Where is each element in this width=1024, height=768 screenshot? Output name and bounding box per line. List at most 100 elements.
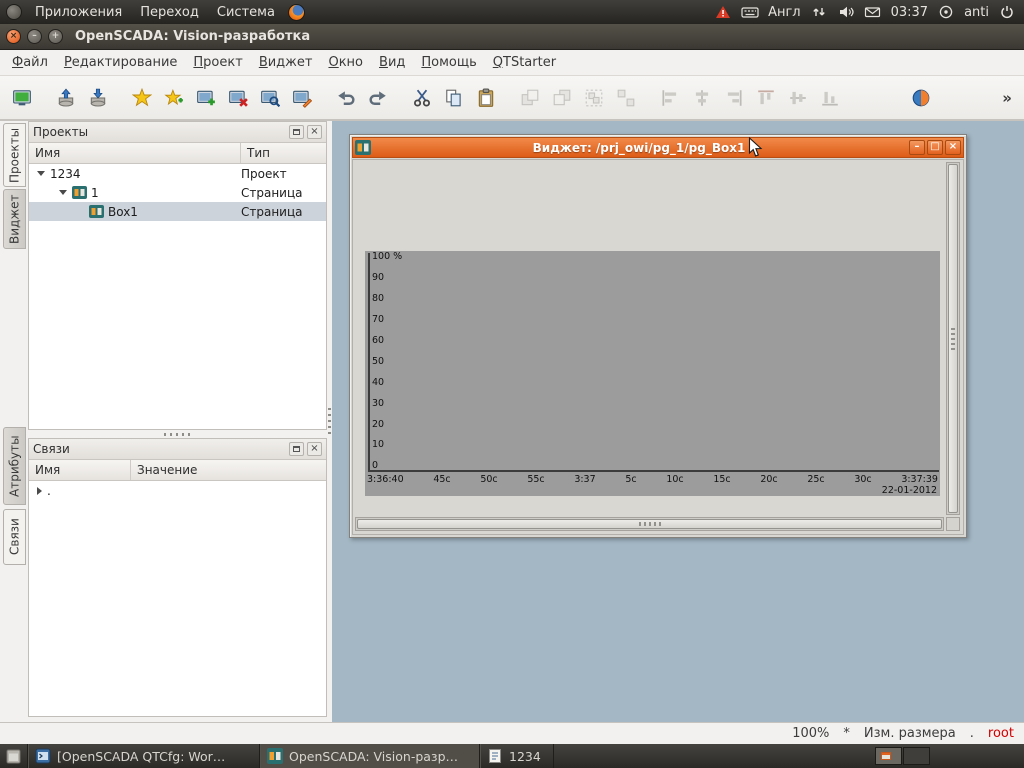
tree-row-page[interactable]: 1 Страница	[29, 183, 326, 202]
child-titlebar[interactable]: Виджет: /prj_owi/pg_1/pg_Box1 – □ ×	[352, 137, 964, 158]
dev-run-mode-button[interactable]	[905, 82, 937, 114]
horizontal-scrollbar[interactable]	[355, 517, 944, 531]
expander-down-icon[interactable]	[37, 171, 45, 176]
ungroup-widgets-button[interactable]	[610, 82, 642, 114]
column-header-type[interactable]: Тип	[241, 143, 326, 163]
updown-arrows-icon[interactable]	[810, 3, 828, 21]
delete-widget-button[interactable]	[222, 82, 254, 114]
edit-widget-button[interactable]	[286, 82, 318, 114]
taskbar: [OpenSCADA QTCfg: Wor… OpenSCADA: Vision…	[0, 744, 1024, 768]
align-right-button[interactable]	[718, 82, 750, 114]
links-dock-header[interactable]: Связи ×	[29, 439, 326, 460]
align-vcenter-button[interactable]	[782, 82, 814, 114]
links-table-header: Имя Значение	[29, 460, 326, 481]
align-top-button[interactable]	[750, 82, 782, 114]
projects-dock-header[interactable]: Проекты ×	[29, 122, 326, 143]
widget-icon	[355, 140, 371, 155]
dock-float-button[interactable]	[289, 442, 304, 456]
tab-attributes[interactable]: Атрибуты	[3, 427, 26, 505]
workspace-2[interactable]	[903, 747, 930, 765]
app-menubar: Файл Редактирование Проект Виджет Окно В…	[0, 50, 1024, 76]
tab-links[interactable]: Связи	[3, 509, 26, 565]
window-maximize-button[interactable]: +	[48, 29, 63, 44]
menu-qtstarter[interactable]: QTStarter	[485, 52, 564, 73]
show-desktop-button[interactable]	[0, 744, 28, 768]
column-header-value[interactable]: Значение	[131, 460, 326, 480]
clock-label[interactable]: 03:37	[891, 5, 928, 20]
mail-icon[interactable]	[864, 3, 882, 21]
group-widgets-button[interactable]	[578, 82, 610, 114]
widget-canvas[interactable]: 100 % 90 80 70 60 50 40 30 20 10 0	[352, 159, 964, 535]
dock-close-button[interactable]: ×	[307, 442, 322, 456]
keyboard-layout-label[interactable]: Англ	[768, 5, 801, 20]
new-project-button[interactable]	[126, 82, 158, 114]
window-minimize-button[interactable]: –	[27, 29, 42, 44]
new-library-button[interactable]	[158, 82, 190, 114]
toolbar-separator	[38, 82, 50, 114]
run-project-button[interactable]	[6, 82, 38, 114]
child-window-title: Виджет: /prj_owi/pg_1/pg_Box1	[371, 141, 907, 155]
expander-down-icon[interactable]	[59, 190, 67, 195]
workspace-1[interactable]	[875, 747, 902, 765]
power-icon[interactable]	[998, 3, 1016, 21]
menu-window[interactable]: Окно	[320, 52, 371, 73]
column-header-name[interactable]: Имя	[29, 143, 241, 163]
column-header-name[interactable]: Имя	[29, 460, 131, 480]
panel-menu-applications[interactable]: Приложения	[26, 0, 131, 24]
y-tick: 60	[372, 336, 402, 346]
window-close-button[interactable]: ×	[6, 29, 21, 44]
db-load-button[interactable]	[50, 82, 82, 114]
child-close-button[interactable]: ×	[945, 140, 961, 155]
volume-icon[interactable]	[837, 3, 855, 21]
panel-menu-system[interactable]: Система	[208, 0, 284, 24]
qtcfg-icon	[35, 748, 51, 764]
menu-project[interactable]: Проект	[185, 52, 250, 73]
menu-file[interactable]: Файл	[4, 52, 56, 73]
copy-button[interactable]	[438, 82, 470, 114]
links-row-root[interactable]: .	[29, 481, 326, 500]
db-save-button[interactable]	[82, 82, 114, 114]
cut-button[interactable]	[406, 82, 438, 114]
menu-edit[interactable]: Редактирование	[56, 52, 185, 73]
taskbar-item-qtcfg[interactable]: [OpenSCADA QTCfg: Wor…	[28, 744, 260, 768]
tree-row-page-selected[interactable]: Box1 Страница	[29, 202, 326, 221]
menu-help[interactable]: Помощь	[413, 52, 484, 73]
raise-widget-button[interactable]	[514, 82, 546, 114]
dock-close-button[interactable]: ×	[307, 125, 322, 139]
session-indicator-icon[interactable]	[937, 3, 955, 21]
edit-mode-label: Изм. размера	[864, 726, 956, 741]
child-minimize-button[interactable]: –	[909, 140, 925, 155]
view-widget-button[interactable]	[254, 82, 286, 114]
expander-right-icon[interactable]	[37, 487, 42, 495]
menu-widget[interactable]: Виджет	[251, 52, 321, 73]
align-left-button[interactable]	[654, 82, 686, 114]
hscroll-handle[interactable]	[357, 519, 942, 529]
vertical-scrollbar[interactable]	[946, 162, 960, 515]
dock-float-button[interactable]	[289, 125, 304, 139]
keyboard-icon[interactable]	[741, 3, 759, 21]
firefox-icon[interactable]	[288, 4, 305, 21]
warning-icon[interactable]	[714, 3, 732, 21]
tab-widget[interactable]: Виджет	[3, 189, 26, 249]
align-bottom-button[interactable]	[814, 82, 846, 114]
taskbar-item-vision[interactable]: OpenSCADA: Vision-разр…	[260, 744, 480, 768]
paste-button[interactable]	[470, 82, 502, 114]
undo-button[interactable]	[330, 82, 362, 114]
redo-button[interactable]	[362, 82, 394, 114]
child-maximize-button[interactable]: □	[927, 140, 943, 155]
distro-logo-icon[interactable]	[6, 4, 22, 20]
app-titlebar[interactable]: × – + OpenSCADA: Vision-разработка	[0, 24, 1024, 50]
vscroll-handle[interactable]	[948, 164, 958, 513]
trend-chart[interactable]: 100 % 90 80 70 60 50 40 30 20 10 0	[365, 251, 940, 496]
tree-row-project[interactable]: 1234 Проект	[29, 164, 326, 183]
toolbar-overflow-button[interactable]: »	[996, 89, 1018, 107]
menu-view[interactable]: Вид	[371, 52, 413, 73]
panel-menu-places[interactable]: Переход	[131, 0, 208, 24]
tab-projects[interactable]: Проекты	[3, 123, 26, 187]
username-label[interactable]: anti	[964, 5, 989, 20]
align-hcenter-button[interactable]	[686, 82, 718, 114]
dock-splitter[interactable]	[28, 430, 327, 438]
taskbar-item-project[interactable]: 1234	[480, 744, 554, 768]
add-widget-button[interactable]	[190, 82, 222, 114]
lower-widget-button[interactable]	[546, 82, 578, 114]
